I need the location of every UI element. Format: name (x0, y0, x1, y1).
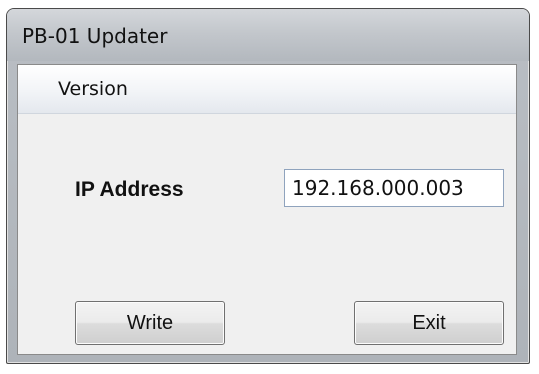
ip-address-input[interactable] (284, 169, 504, 207)
window-title: PB-01 Updater (22, 24, 168, 48)
ip-address-label: IP Address (75, 178, 184, 201)
menu-bar: Version (18, 65, 516, 114)
title-bar[interactable]: PB-01 Updater (7, 9, 529, 61)
updater-window: PB-01 Updater Version IP Address Write E… (6, 8, 530, 364)
exit-button[interactable]: Exit (354, 301, 504, 345)
menu-item-version[interactable]: Version (58, 78, 128, 100)
write-button[interactable]: Write (75, 301, 225, 345)
client-area: Version IP Address Write Exit (17, 64, 517, 355)
